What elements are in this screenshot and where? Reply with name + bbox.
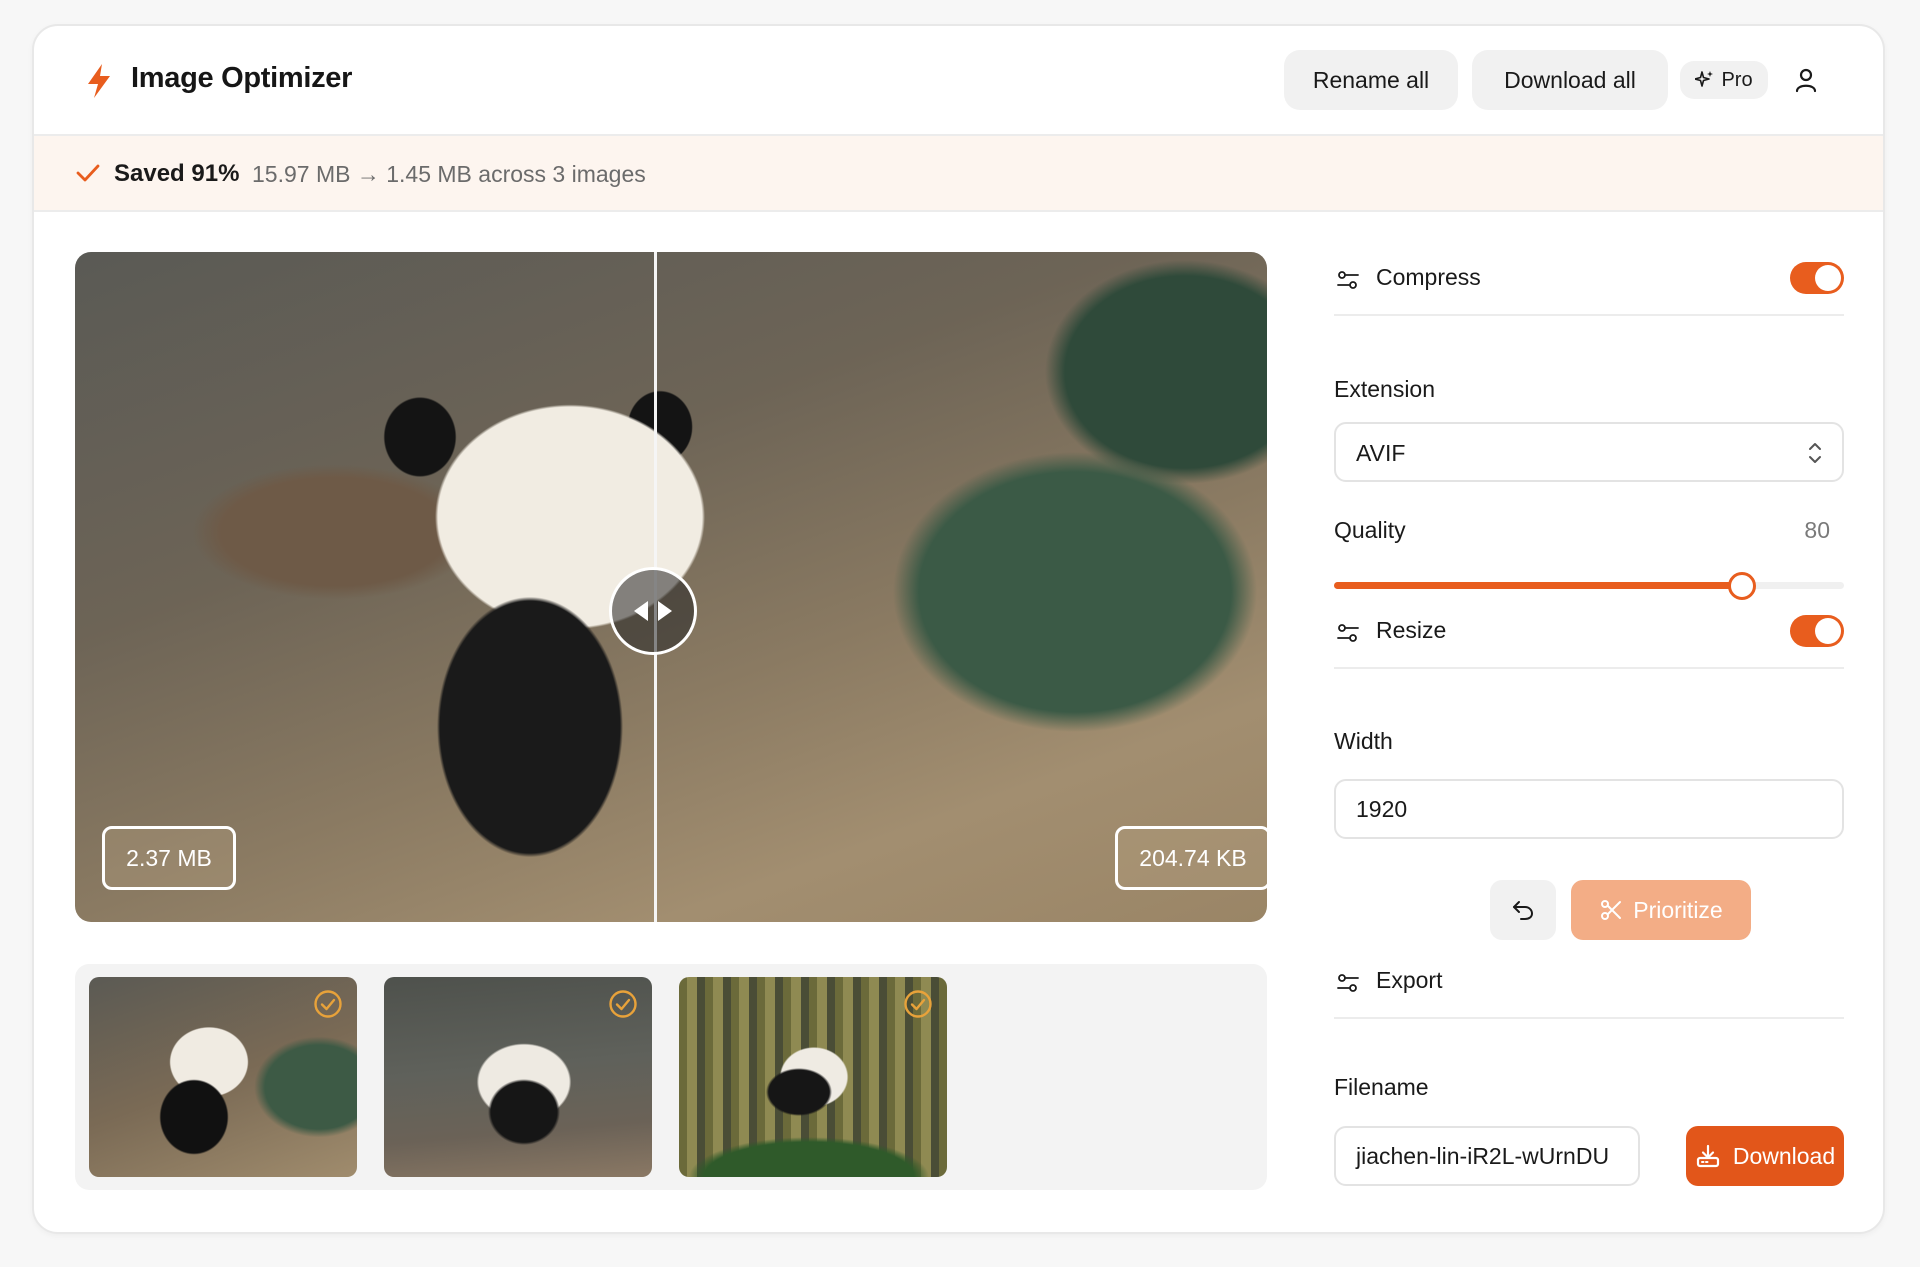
resize-title: Resize (1376, 617, 1447, 643)
optimized-size-badge: 204.74 KB (1115, 826, 1267, 890)
undo-icon (1513, 901, 1534, 920)
thumbnail-image[interactable] (679, 977, 947, 1177)
download-button[interactable]: Download (1686, 1126, 1844, 1186)
extension-label: Extension (1334, 376, 1436, 402)
extension-select[interactable]: AVIF (1334, 422, 1844, 482)
resize-toggle[interactable] (1790, 615, 1844, 647)
thumbnail-image[interactable] (384, 977, 652, 1177)
filename-input[interactable]: jiachen-lin-iR2L-wUrnDU (1334, 1126, 1640, 1186)
original-size-badge: 2.37 MB (102, 826, 236, 890)
scissors-icon (1601, 900, 1622, 920)
savings-banner: Saved 91% 15.97 MB → 1.45 MB across 3 im… (34, 136, 1883, 212)
chevron-up-down-icon (1809, 443, 1821, 463)
settings-sliders-icon (1337, 271, 1359, 289)
width-label: Width (1334, 728, 1393, 754)
slider-fill (1334, 582, 1742, 589)
drag-arrows-icon (634, 601, 672, 621)
user-icon[interactable] (1792, 66, 1820, 94)
download-label: Download (1732, 1142, 1836, 1169)
check-circle-icon (314, 990, 342, 1018)
header: Image Optimizer Rename all Download all … (34, 26, 1883, 136)
resize-section-header: Resize (1334, 605, 1844, 669)
quality-value: 80 (1804, 517, 1830, 543)
pro-label: Pro (1721, 68, 1753, 91)
comparison-preview[interactable]: 2.37 MB 204.74 KB (75, 252, 1267, 922)
rename-all-button[interactable]: Rename all (1284, 50, 1458, 110)
check-icon (76, 164, 100, 182)
compress-section-header: Compress (1334, 252, 1844, 316)
prioritize-label: Prioritize (1633, 896, 1723, 923)
export-section-header: Export (1334, 955, 1844, 1019)
savings-detail: 15.97 MB → 1.45 MB across 3 images (252, 161, 646, 187)
export-title: Export (1376, 967, 1443, 993)
prioritize-button[interactable]: Prioritize (1571, 880, 1751, 940)
comparison-slider-handle[interactable] (609, 567, 697, 655)
check-circle-icon (904, 990, 932, 1018)
thumbnail-strip (75, 964, 1267, 1190)
download-tray-icon (1696, 1144, 1719, 1168)
app-window: Image Optimizer Rename all Download all … (32, 24, 1885, 1234)
check-circle-icon (609, 990, 637, 1018)
settings-sliders-icon (1337, 624, 1359, 642)
app-title: Image Optimizer (131, 62, 353, 94)
sparkles-icon (1695, 71, 1714, 87)
pro-button[interactable]: Pro (1680, 61, 1768, 99)
quality-label: Quality (1334, 517, 1406, 543)
compress-toggle[interactable] (1790, 262, 1844, 294)
filename-label: Filename (1334, 1074, 1429, 1100)
width-input[interactable]: 1920 (1334, 779, 1844, 839)
lightning-bolt-icon (88, 64, 110, 98)
download-all-button[interactable]: Download all (1472, 50, 1668, 110)
savings-percent: Saved 91% (114, 160, 240, 187)
compress-title: Compress (1376, 264, 1481, 290)
slider-thumb[interactable] (1728, 572, 1756, 600)
extension-value: AVIF (1356, 440, 1406, 466)
settings-sliders-icon (1337, 974, 1359, 992)
quality-slider[interactable] (1334, 570, 1844, 600)
reset-button[interactable] (1490, 880, 1556, 940)
thumbnail-image[interactable] (89, 977, 357, 1177)
